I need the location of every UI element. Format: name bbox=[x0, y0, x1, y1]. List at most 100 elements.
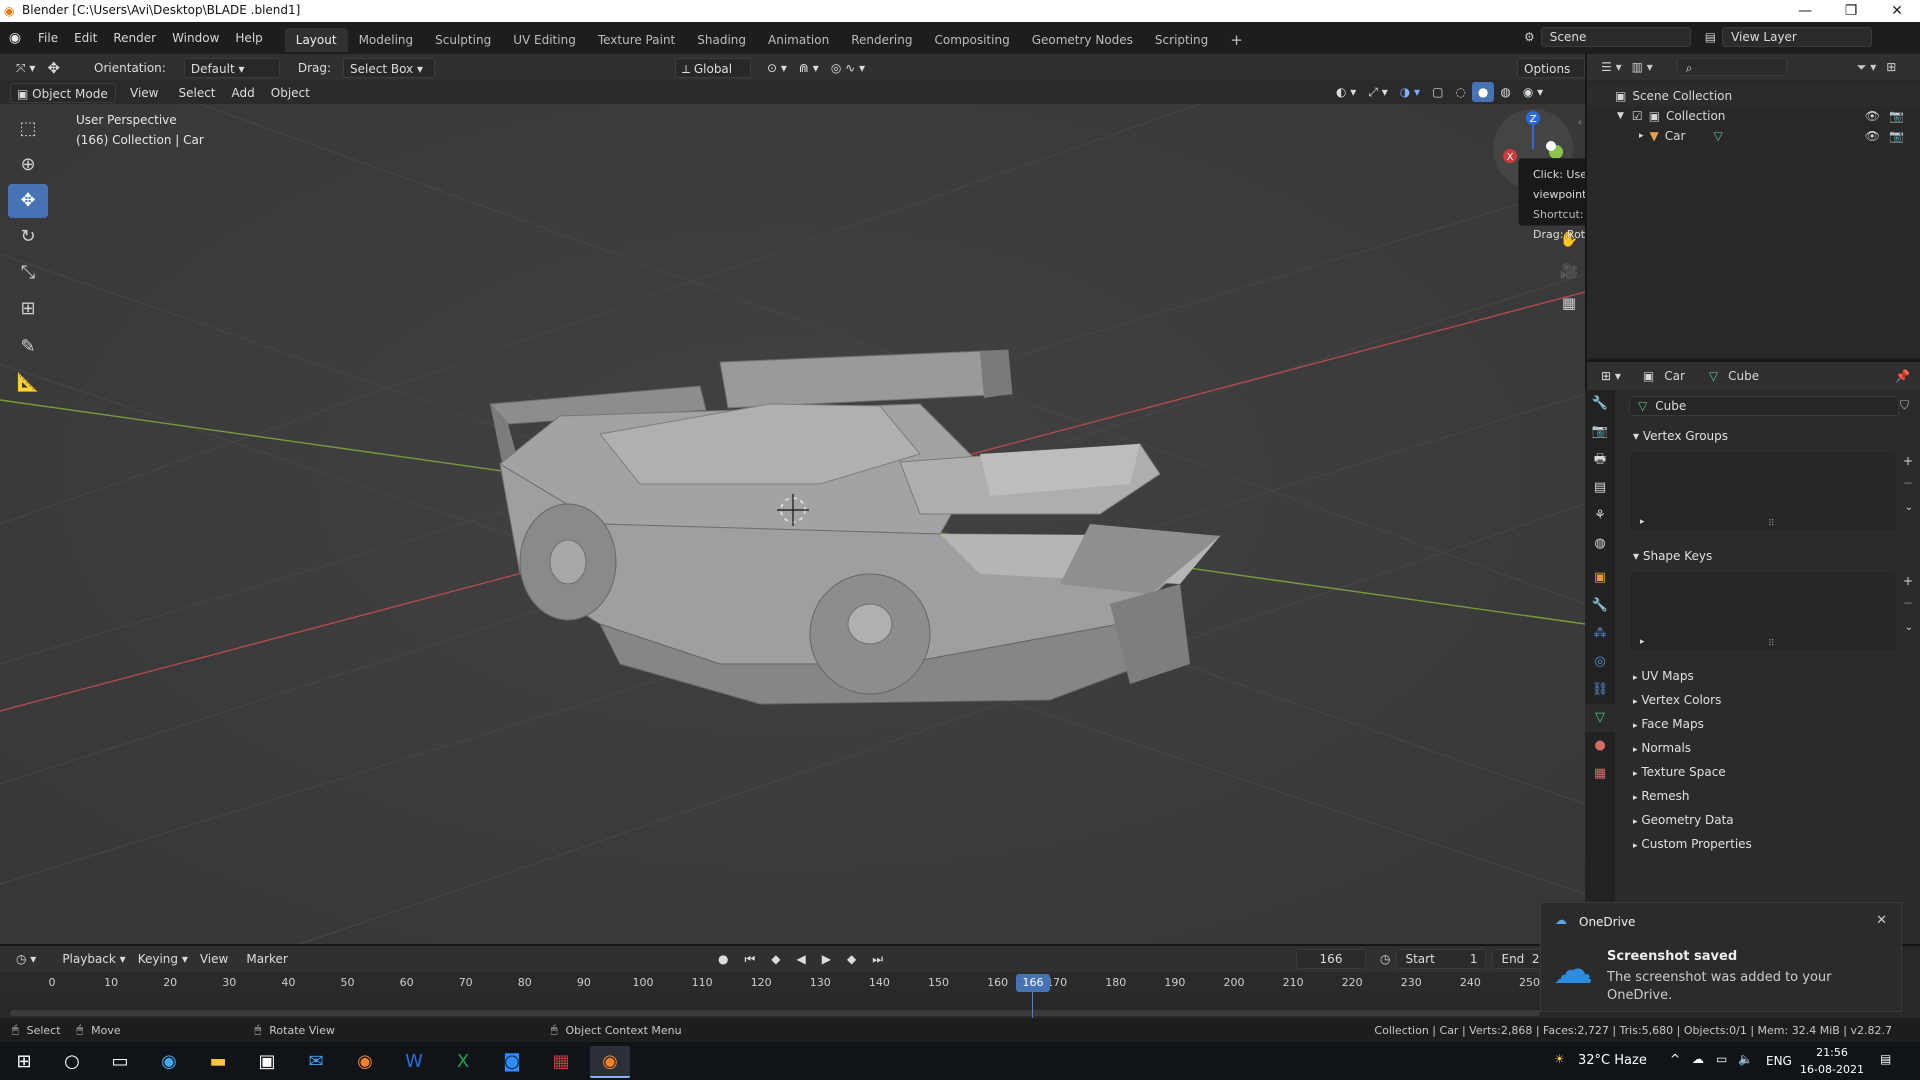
start-frame-field[interactable]: Start 1 bbox=[1396, 949, 1487, 969]
menu-edit[interactable]: Edit bbox=[66, 22, 105, 54]
list-expand-icon[interactable]: ▸ bbox=[1640, 637, 1645, 647]
cursor-tool-icon[interactable]: ⊕ bbox=[8, 148, 48, 182]
measure-tool-icon[interactable]: 📐 bbox=[8, 366, 48, 400]
outliner-row-scene-collection[interactable]: ▣ Scene Collection bbox=[1587, 86, 1920, 106]
panel-face-maps[interactable]: ▸ Face Maps bbox=[1623, 712, 1913, 736]
shape-keys-header[interactable]: ▾ Shape Keys bbox=[1623, 544, 1913, 568]
solid-shading-icon[interactable]: ● bbox=[1471, 82, 1495, 102]
weather-icon[interactable]: ☀ bbox=[1554, 1052, 1565, 1066]
blender-taskbar-icon[interactable]: ◉ bbox=[345, 1046, 385, 1078]
filter-icon[interactable]: ⏷ ▾ bbox=[1857, 60, 1876, 75]
tab-texture-paint[interactable]: Texture Paint bbox=[587, 28, 686, 52]
view-layer-field[interactable]: View Layer bbox=[1722, 27, 1873, 47]
tab-scripting[interactable]: Scripting bbox=[1144, 28, 1219, 52]
playhead-frame[interactable]: 166 bbox=[1016, 974, 1050, 992]
ortho-grid-icon[interactable]: ▦ bbox=[1556, 294, 1582, 326]
outliner-row-car[interactable]: ▸ ▼ Car ▽ 👁 📷 bbox=[1587, 126, 1920, 146]
windows-start-icon[interactable]: ⊞ bbox=[4, 1046, 44, 1078]
remove-shape-key-button[interactable]: − bbox=[1903, 596, 1913, 610]
viewport-menu-object[interactable]: Object bbox=[265, 83, 316, 103]
select-box-tool-icon[interactable]: ⬚ bbox=[8, 112, 48, 146]
clock[interactable]: 21:56 16-08-2021 bbox=[1800, 1044, 1864, 1078]
search-icon[interactable]: ○ bbox=[52, 1046, 92, 1078]
move-tool-button[interactable]: ✥ bbox=[8, 184, 48, 218]
language-indicator[interactable]: ENG bbox=[1766, 1054, 1792, 1068]
drag-dropdown[interactable]: Select Box ▾ bbox=[343, 58, 436, 78]
annotate-tool-icon[interactable]: ✎ bbox=[8, 330, 48, 364]
overlay-toggle-icon[interactable]: ◑ ▾ bbox=[1394, 82, 1426, 102]
menu-file[interactable]: File bbox=[30, 22, 66, 54]
timeline-menu-playback[interactable]: Playback ▾ bbox=[56, 949, 131, 969]
add-shape-key-button[interactable]: + bbox=[1903, 574, 1913, 588]
eye-icon[interactable]: 👁 bbox=[1865, 129, 1880, 143]
panel-normals[interactable]: ▸ Normals bbox=[1623, 736, 1913, 760]
menu-help[interactable]: Help bbox=[227, 22, 270, 54]
panel-geometry-data[interactable]: ▸ Geometry Data bbox=[1623, 808, 1913, 832]
tab-uv-editing[interactable]: UV Editing bbox=[502, 28, 587, 52]
outliner-editor-type-icon[interactable]: ☰ ▾ bbox=[1601, 60, 1622, 74]
mesh-data-icon[interactable]: ▽ bbox=[1713, 129, 1722, 143]
pin-icon[interactable]: 📌 bbox=[1895, 369, 1910, 383]
play-reverse-icon[interactable]: ◀ bbox=[791, 949, 812, 969]
checkbox-icon[interactable]: ☑ bbox=[1632, 109, 1643, 123]
fake-user-icon[interactable]: ⛉ bbox=[1900, 398, 1909, 413]
resize-handle-icon[interactable]: ⠿ bbox=[1768, 519, 1775, 529]
menu-window[interactable]: Window bbox=[164, 22, 227, 54]
menu-render[interactable]: Render bbox=[105, 22, 164, 54]
3d-viewport[interactable]: Z X ✋ 🎥 ▦ ‹ bbox=[0, 104, 1585, 944]
timeline-menu-keying[interactable]: Keying ▾ bbox=[132, 949, 194, 969]
scene-field[interactable]: Scene bbox=[1540, 27, 1691, 47]
vertex-group-menu-icon[interactable]: ⌄ bbox=[1905, 502, 1913, 513]
collapse-arrow-icon[interactable]: ▸ bbox=[1639, 131, 1644, 141]
properties-editor-type-icon[interactable]: ⊞ ▾ bbox=[1601, 369, 1621, 383]
close-notification-button[interactable]: ✕ bbox=[1876, 913, 1887, 928]
close-window-button[interactable]: ✕ bbox=[1874, 0, 1920, 22]
transform-tool-icon[interactable]: ⊞ bbox=[8, 292, 48, 326]
rendered-shading-icon[interactable]: ◉ ▾ bbox=[1517, 82, 1549, 102]
snap-icon[interactable]: ⋒ ▾ bbox=[793, 58, 825, 78]
timeline-ruler[interactable]: 0 10 20 30 40 50 60 70 80 90 100 110 120 130 140 150 160… bbox=[0, 972, 1540, 994]
material-shading-icon[interactable]: ◍ bbox=[1494, 82, 1516, 102]
jump-start-icon[interactable]: ⏮ bbox=[738, 949, 761, 969]
action-center-icon[interactable]: ▤ bbox=[1880, 1052, 1891, 1066]
tab-shading[interactable]: Shading bbox=[686, 28, 757, 52]
render-tab-icon[interactable]: 📷 bbox=[1585, 418, 1615, 446]
shape-key-menu-icon[interactable]: ⌄ bbox=[1905, 622, 1913, 633]
restore-button[interactable]: ❐ bbox=[1828, 0, 1874, 22]
shape-keys-list[interactable]: ▸ ⠿ bbox=[1631, 572, 1895, 650]
texture-tab-icon[interactable]: ▦ bbox=[1585, 760, 1615, 788]
resize-handle-icon[interactable]: ⠿ bbox=[1768, 639, 1775, 649]
mesh-data-tab-icon[interactable]: ▽ bbox=[1585, 704, 1615, 732]
current-frame-field[interactable]: 166 bbox=[1296, 949, 1366, 969]
blender-active-icon[interactable]: ◉ bbox=[590, 1046, 630, 1078]
list-expand-icon[interactable]: ▸ bbox=[1640, 517, 1645, 527]
material-tab-icon[interactable]: ● bbox=[1585, 732, 1615, 760]
pivot-icon[interactable]: ⊙ ▾ bbox=[761, 58, 793, 78]
eye-icon[interactable]: 👁 bbox=[1865, 109, 1880, 123]
timeline-menu-view[interactable]: View bbox=[194, 949, 234, 969]
scene-icon[interactable]: ⚙ bbox=[1524, 30, 1535, 44]
constraints-tab-icon[interactable]: ⛓ bbox=[1585, 676, 1615, 704]
output-tab-icon[interactable]: 🖶 bbox=[1585, 446, 1615, 474]
orientation-dropdown[interactable]: Default ▾ bbox=[183, 58, 280, 78]
outliner-search-input[interactable]: ⌕ bbox=[1676, 58, 1787, 76]
mesh-name-field[interactable]: ▽ Cube bbox=[1629, 396, 1899, 416]
word-icon[interactable]: W bbox=[394, 1046, 434, 1078]
mode-dropdown[interactable]: ▣ Object Mode ▾ bbox=[10, 83, 116, 121]
collapse-sidebar-icon[interactable]: ‹ bbox=[1578, 118, 1582, 128]
minimize-button[interactable]: — bbox=[1782, 0, 1828, 22]
preview-range-icon[interactable]: ◷ bbox=[1380, 952, 1390, 966]
viewport-menu-select[interactable]: Select bbox=[172, 83, 221, 103]
timeline-editor-type-icon[interactable]: ◷ ▾ bbox=[10, 949, 42, 969]
tab-modeling[interactable]: Modeling bbox=[348, 28, 425, 52]
expand-arrow-icon[interactable]: ▼ bbox=[1617, 111, 1624, 121]
next-keyframe-icon[interactable]: ◆ bbox=[841, 949, 862, 969]
physics-tab-icon[interactable]: ◎ bbox=[1585, 648, 1615, 676]
editor-type-icon[interactable]: ⤧ ▾ bbox=[10, 58, 41, 78]
task-view-icon[interactable]: ▭ bbox=[100, 1046, 140, 1078]
rotate-tool-icon[interactable]: ↻ bbox=[8, 220, 48, 254]
vertex-groups-header[interactable]: ▾ Vertex Groups bbox=[1623, 424, 1913, 448]
panel-texture-space[interactable]: ▸ Texture Space bbox=[1623, 760, 1913, 784]
excel-icon[interactable]: X bbox=[443, 1046, 483, 1078]
file-explorer-icon[interactable]: ▬ bbox=[198, 1046, 238, 1078]
